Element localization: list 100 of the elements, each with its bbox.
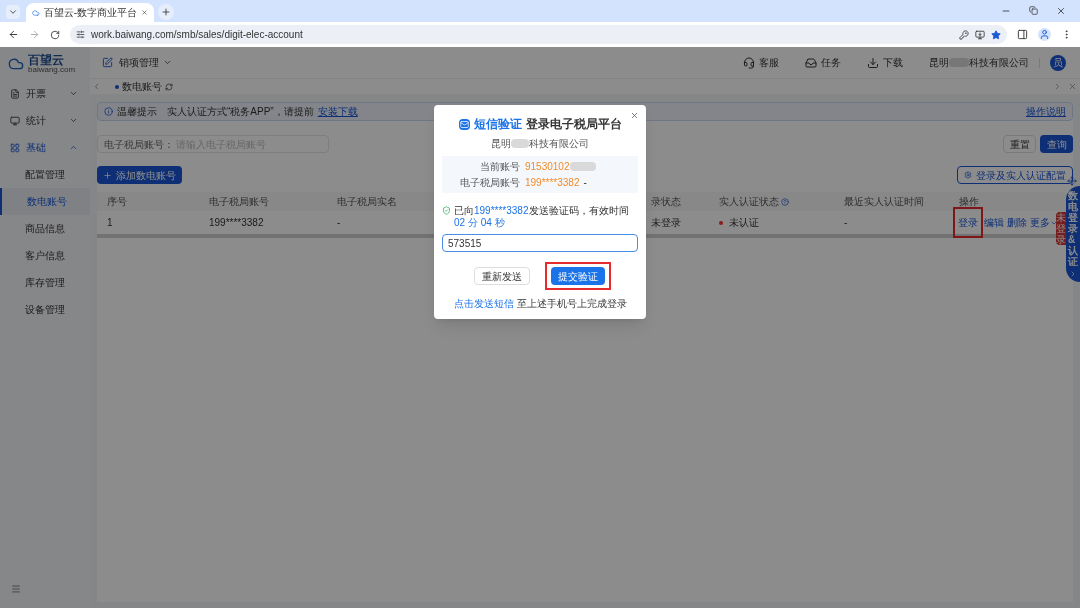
move-icon[interactable]: [1067, 176, 1077, 186]
inbox-icon: [805, 56, 817, 69]
scroll-left-icon[interactable]: [92, 82, 101, 91]
table-cell: -: [844, 217, 848, 228]
header-action[interactable]: 任务: [805, 55, 841, 70]
close-icon[interactable]: [630, 111, 639, 120]
sidebar-item[interactable]: 库存管理: [0, 269, 90, 296]
side-panel-icon[interactable]: [1017, 29, 1028, 40]
new-tab-button[interactable]: [158, 4, 174, 20]
logo-domain: baiwang.com: [28, 65, 76, 74]
cloud-icon: [32, 7, 40, 18]
chevron-down-icon: [69, 89, 78, 98]
column-header: 操作: [959, 195, 979, 209]
sidebar-item[interactable]: 数电账号: [0, 188, 90, 215]
plus-icon: [161, 7, 171, 17]
close-icon[interactable]: [1068, 82, 1077, 91]
tab-title: 百望云-数字商业平台: [43, 6, 138, 20]
address-field[interactable]: work.baiwang.com/smb/sales/digit-elec-account: [70, 25, 1007, 44]
notice-title: 温馨提示: [117, 105, 157, 119]
reload-icon[interactable]: [50, 29, 60, 40]
info-label: 电子税局账号: [459, 176, 520, 190]
module-title[interactable]: 销项管理: [119, 55, 159, 70]
info-label: 当前账号: [479, 160, 520, 174]
message-icon: [458, 118, 470, 130]
company-name-start: 昆明: [929, 56, 949, 70]
footer-text: 至上述手机号上完成登录: [516, 297, 627, 311]
column-header: 电子税局实名: [337, 195, 397, 209]
page-tab[interactable]: 数电账号: [115, 79, 173, 94]
submit-button[interactable]: 提交验证: [551, 267, 605, 285]
settings-icon: [964, 171, 972, 179]
send-sms-link[interactable]: 点击发送短信: [453, 296, 514, 311]
key-icon[interactable]: [959, 29, 969, 40]
verification-code-input[interactable]: 573515: [442, 234, 638, 252]
close-window-icon[interactable]: [1056, 6, 1066, 16]
sidebar-item[interactable]: 配置管理: [0, 161, 90, 188]
download-link[interactable]: 安装下载: [317, 104, 358, 119]
logo-text: 百望云: [28, 53, 65, 66]
sms-sent-notice: 已向199****3382发送验证码，有效时间 02 分 04 秒: [454, 205, 630, 229]
login-auth-widget[interactable]: 数电登录&认证: [1066, 186, 1080, 282]
resend-button[interactable]: 重新发送: [474, 267, 530, 285]
reset-button[interactable]: 重置: [1003, 135, 1036, 153]
chevron-right-icon: [1069, 270, 1077, 278]
close-icon[interactable]: [141, 8, 148, 17]
chevron-up-icon: [69, 143, 78, 152]
browser-tab[interactable]: 百望云-数字商业平台: [26, 3, 154, 22]
company-name-end: 科技有限公司: [529, 137, 589, 151]
column-header: 最近实人认证时间: [844, 195, 924, 209]
table-cell-text: 未认证: [729, 216, 759, 230]
sidebar-item[interactable]: 客户信息: [0, 242, 90, 269]
action-link[interactable]: 删除: [1007, 215, 1027, 230]
avatar[interactable]: 员: [1050, 54, 1066, 71]
header-action[interactable]: 下载: [867, 55, 903, 70]
column-header: 实人认证状态: [719, 195, 779, 209]
chevron-down-icon[interactable]: [163, 58, 172, 67]
restore-icon[interactable]: [1029, 6, 1038, 15]
search-label: 电子税局账号：: [104, 137, 174, 152]
profile-icon[interactable]: [1038, 28, 1051, 41]
action-link[interactable]: 编辑: [984, 215, 1004, 230]
table-cell: -: [337, 217, 341, 228]
query-button[interactable]: 查询: [1040, 135, 1073, 153]
shield-icon: [442, 206, 451, 215]
help-icon[interactable]: [781, 197, 789, 206]
action-link[interactable]: 登录: [955, 209, 981, 236]
column-header: 录状态: [651, 195, 681, 209]
column-header: 电子税局账号: [209, 195, 269, 209]
forward-icon[interactable]: [29, 29, 40, 40]
table-cell: 未登录: [651, 217, 681, 228]
help-link[interactable]: 操作说明: [1026, 104, 1066, 119]
url-text: work.baiwang.com/smb/sales/digit-elec-account: [91, 28, 303, 42]
refresh-icon[interactable]: [165, 82, 173, 91]
bookmark-star-icon[interactable]: [991, 29, 1001, 40]
table-cell: 199****3382: [209, 217, 264, 228]
plus-icon: [103, 170, 112, 180]
info-value: 91530102: [525, 160, 570, 174]
grid-icon: [10, 142, 20, 153]
sidebar-item[interactable]: 设备管理: [0, 296, 90, 323]
more-dropdown[interactable]: 更多: [1030, 215, 1058, 230]
config-button[interactable]: 登录及实人认证配置: [957, 166, 1073, 184]
sidebar-group[interactable]: 基础: [0, 134, 90, 161]
dialog-title-accent: 短信验证: [473, 116, 522, 133]
info-value: 199****3382: [525, 176, 580, 190]
status-badge: 未登录: [1056, 212, 1066, 245]
company-name-start: 昆明: [491, 137, 511, 151]
sidebar-group[interactable]: 开票: [0, 80, 90, 107]
back-icon[interactable]: [8, 29, 19, 40]
scroll-right-icon[interactable]: [1053, 82, 1062, 91]
column-header: 序号: [107, 195, 127, 209]
header-action[interactable]: 客服: [743, 55, 779, 70]
tab-list-button[interactable]: [6, 5, 20, 19]
sidebar-item[interactable]: 商品信息: [0, 215, 90, 242]
monitor-icon: [10, 115, 20, 126]
headset-icon: [743, 56, 755, 69]
document-icon: [10, 88, 20, 99]
blurred-text-mask: [511, 139, 529, 148]
site-settings-icon[interactable]: [76, 30, 85, 39]
install-icon[interactable]: [975, 29, 985, 40]
notice-text: 实人认证方式“税务APP”，请提前: [167, 105, 314, 119]
dialog-title: 登录电子税局平台: [525, 116, 622, 133]
sidebar-group[interactable]: 统计: [0, 107, 90, 134]
add-account-button[interactable]: 添加数电账号: [97, 166, 182, 184]
